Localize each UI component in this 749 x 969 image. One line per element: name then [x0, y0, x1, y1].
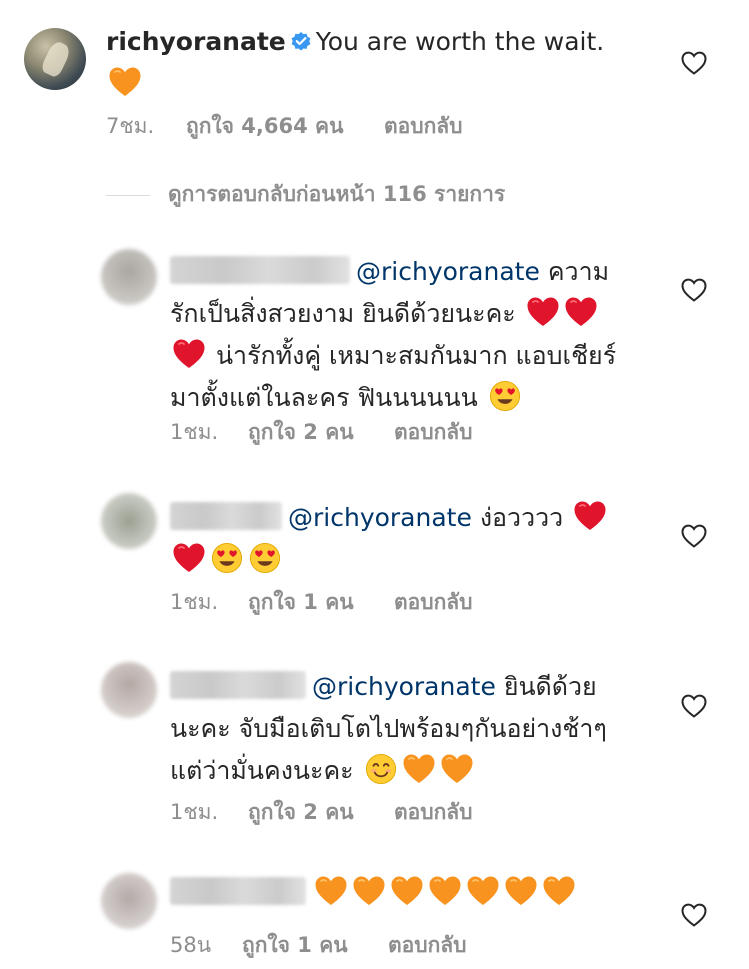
reply-text [170, 872, 670, 914]
likes-count[interactable]: ถูกใจ 1 คน [242, 929, 388, 962]
heart-eyes-emoji [210, 542, 244, 574]
avatar[interactable] [24, 28, 86, 90]
username-link[interactable]: richyoranate [106, 27, 286, 56]
avatar[interactable] [101, 493, 157, 549]
blurred-username[interactable] [170, 877, 306, 905]
orange-heart-emoji [390, 875, 424, 907]
avatar[interactable] [101, 873, 157, 929]
orange-heart-emoji [504, 875, 538, 907]
mention-link[interactable]: @richyoranate [312, 672, 496, 701]
comment-meta: 1ชม. ถูกใจ 2 คน ตอบกลับ [170, 416, 473, 449]
orange-heart-emoji [542, 875, 576, 907]
reply-body: ง่อวววว [479, 503, 564, 532]
orange-heart-emoji [466, 875, 500, 907]
red-heart-emoji [564, 296, 598, 328]
timestamp[interactable]: 7ชม. [106, 110, 186, 143]
heart-eyes-emoji [248, 542, 282, 574]
red-heart-emoji [573, 500, 607, 532]
timestamp[interactable]: 1ชม. [170, 796, 248, 829]
orange-heart-emoji [402, 753, 436, 785]
like-heart-icon[interactable] [681, 903, 707, 927]
reply-body: น่ารักทั้งคู่ เหมาะสมกันมาก แอบเชียร์ [215, 341, 617, 370]
reply-button[interactable]: ตอบกลับ [384, 110, 463, 143]
smiling-face-emoji [364, 753, 398, 785]
orange-heart-emoji [428, 875, 462, 907]
reply-body: ยินดีด้วย [503, 672, 597, 701]
comment-meta: 1ชม. ถูกใจ 1 คน ตอบกลับ [170, 586, 473, 619]
reply-button[interactable]: ตอบกลับ [388, 929, 467, 962]
timestamp[interactable]: 1ชม. [170, 586, 248, 619]
comment-meta: 1ชม. ถูกใจ 2 คน ตอบกลับ [170, 796, 473, 829]
reply-body: ความ [547, 257, 610, 286]
divider-line [106, 194, 150, 196]
orange-heart-emoji [108, 66, 142, 98]
orange-heart-emoji [352, 875, 386, 907]
comment-meta: 58น ถูกใจ 1 คน ตอบกลับ [170, 929, 467, 962]
likes-count[interactable]: ถูกใจ 4,664 คน [186, 110, 384, 143]
like-heart-icon[interactable] [681, 51, 707, 75]
main-comment-text: richyoranate You are worth the wait. [106, 21, 666, 105]
mention-link[interactable]: @richyoranate [288, 503, 472, 532]
reply-text: @richyoranate ยินดีด้วย นะคะ จับมือเติบโ… [170, 666, 670, 792]
view-previous-replies-button[interactable]: ดูการตอบกลับก่อนหน้า 116 รายการ [106, 178, 505, 211]
red-heart-emoji [172, 542, 206, 574]
reply-body: แต่ว่ามั่นคงนะคะ [170, 756, 354, 785]
reply-body: มาตั้งแต่ในละคร ฟินนนนนน [170, 383, 478, 412]
reply-body: นะคะ จับมือเติบโตไปพร้อมๆกันอย่างช้าๆ [170, 714, 607, 743]
like-heart-icon[interactable] [681, 694, 707, 718]
reply-text: @richyoranate ง่อวววว [170, 497, 670, 581]
comment-body: You are worth the wait. [315, 27, 605, 56]
reply-button[interactable]: ตอบกลับ [394, 586, 473, 619]
likes-count[interactable]: ถูกใจ 2 คน [248, 416, 394, 449]
avatar[interactable] [101, 249, 157, 305]
reply-button[interactable]: ตอบกลับ [394, 796, 473, 829]
blurred-username[interactable] [170, 502, 282, 530]
red-heart-emoji [172, 338, 206, 370]
like-heart-icon[interactable] [681, 524, 707, 548]
comment-meta: 7ชม. ถูกใจ 4,664 คน ตอบกลับ [106, 110, 463, 143]
view-replies-label: ดูการตอบกลับก่อนหน้า 116 รายการ [168, 182, 506, 206]
likes-count[interactable]: ถูกใจ 2 คน [248, 796, 394, 829]
likes-count[interactable]: ถูกใจ 1 คน [248, 586, 394, 619]
like-heart-icon[interactable] [681, 278, 707, 302]
reply-text: @richyoranate ความ รักเป็นสิ่งสวยงาม ยิน… [170, 251, 670, 419]
orange-heart-emoji [314, 875, 348, 907]
blurred-username[interactable] [170, 256, 350, 284]
red-heart-emoji [526, 296, 560, 328]
mention-link[interactable]: @richyoranate [356, 257, 540, 286]
reply-button[interactable]: ตอบกลับ [394, 416, 473, 449]
verified-badge-icon [291, 32, 311, 51]
avatar[interactable] [101, 662, 157, 718]
orange-heart-emoji [440, 753, 474, 785]
reply-body: รักเป็นสิ่งสวยงาม ยินดีด้วยนะคะ [170, 299, 516, 328]
timestamp[interactable]: 1ชม. [170, 416, 248, 449]
blurred-username[interactable] [170, 671, 306, 699]
heart-eyes-emoji [488, 380, 522, 412]
timestamp[interactable]: 58น [170, 929, 242, 962]
